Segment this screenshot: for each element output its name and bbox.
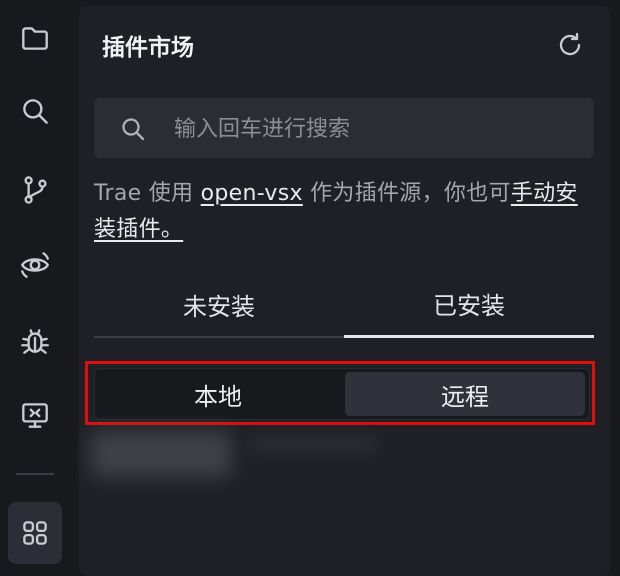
search-input[interactable] xyxy=(172,106,576,152)
scope-remote-button[interactable]: 远程 xyxy=(345,372,585,416)
git-branch-icon xyxy=(24,176,47,204)
search-view-button[interactable] xyxy=(10,86,60,136)
extensions-button[interactable] xyxy=(8,502,62,564)
panel-title: 插件市场 xyxy=(102,35,194,61)
tab-not-installed[interactable]: 未安装 xyxy=(94,272,344,338)
scope-switcher: 本地 远程 xyxy=(94,368,590,420)
explorer-button[interactable] xyxy=(10,13,60,63)
monitor-remote-icon xyxy=(22,403,48,428)
open-vsx-link[interactable]: open-vsx xyxy=(201,181,303,206)
source-control-button[interactable] xyxy=(10,165,60,215)
tab-installed[interactable]: 已安装 xyxy=(344,272,594,338)
folder-icon xyxy=(22,27,48,50)
notice-middle: 作为插件源，你也可 xyxy=(302,181,511,206)
activity-bar xyxy=(0,0,70,568)
search-icon xyxy=(23,99,48,124)
debug-button[interactable] xyxy=(10,316,60,366)
extensions-grid-icon xyxy=(23,521,47,545)
refresh-icon xyxy=(559,32,581,56)
activity-divider xyxy=(16,473,54,475)
blurred-extension-text xyxy=(249,434,379,454)
search-box xyxy=(94,98,594,158)
scope-local-button[interactable]: 本地 xyxy=(98,372,338,416)
notice-prefix: Trae 使用 xyxy=(94,181,201,206)
eye-icon xyxy=(21,252,49,278)
remote-explorer-button[interactable] xyxy=(10,390,60,440)
source-notice: Trae 使用 open-vsx 作为插件源，你也可手动安装插件。 xyxy=(94,176,594,248)
refresh-button[interactable] xyxy=(555,30,585,60)
extensions-panel: 插件市场 Trae 使用 open-vsx 作为插件源，你也可手动安装插件。 未… xyxy=(79,6,610,576)
bug-icon xyxy=(21,329,49,354)
search-icon xyxy=(122,118,145,141)
blurred-extension-item xyxy=(91,431,231,477)
remote-view-button[interactable] xyxy=(10,240,60,290)
install-tabs: 未安装 已安装 xyxy=(94,272,594,338)
